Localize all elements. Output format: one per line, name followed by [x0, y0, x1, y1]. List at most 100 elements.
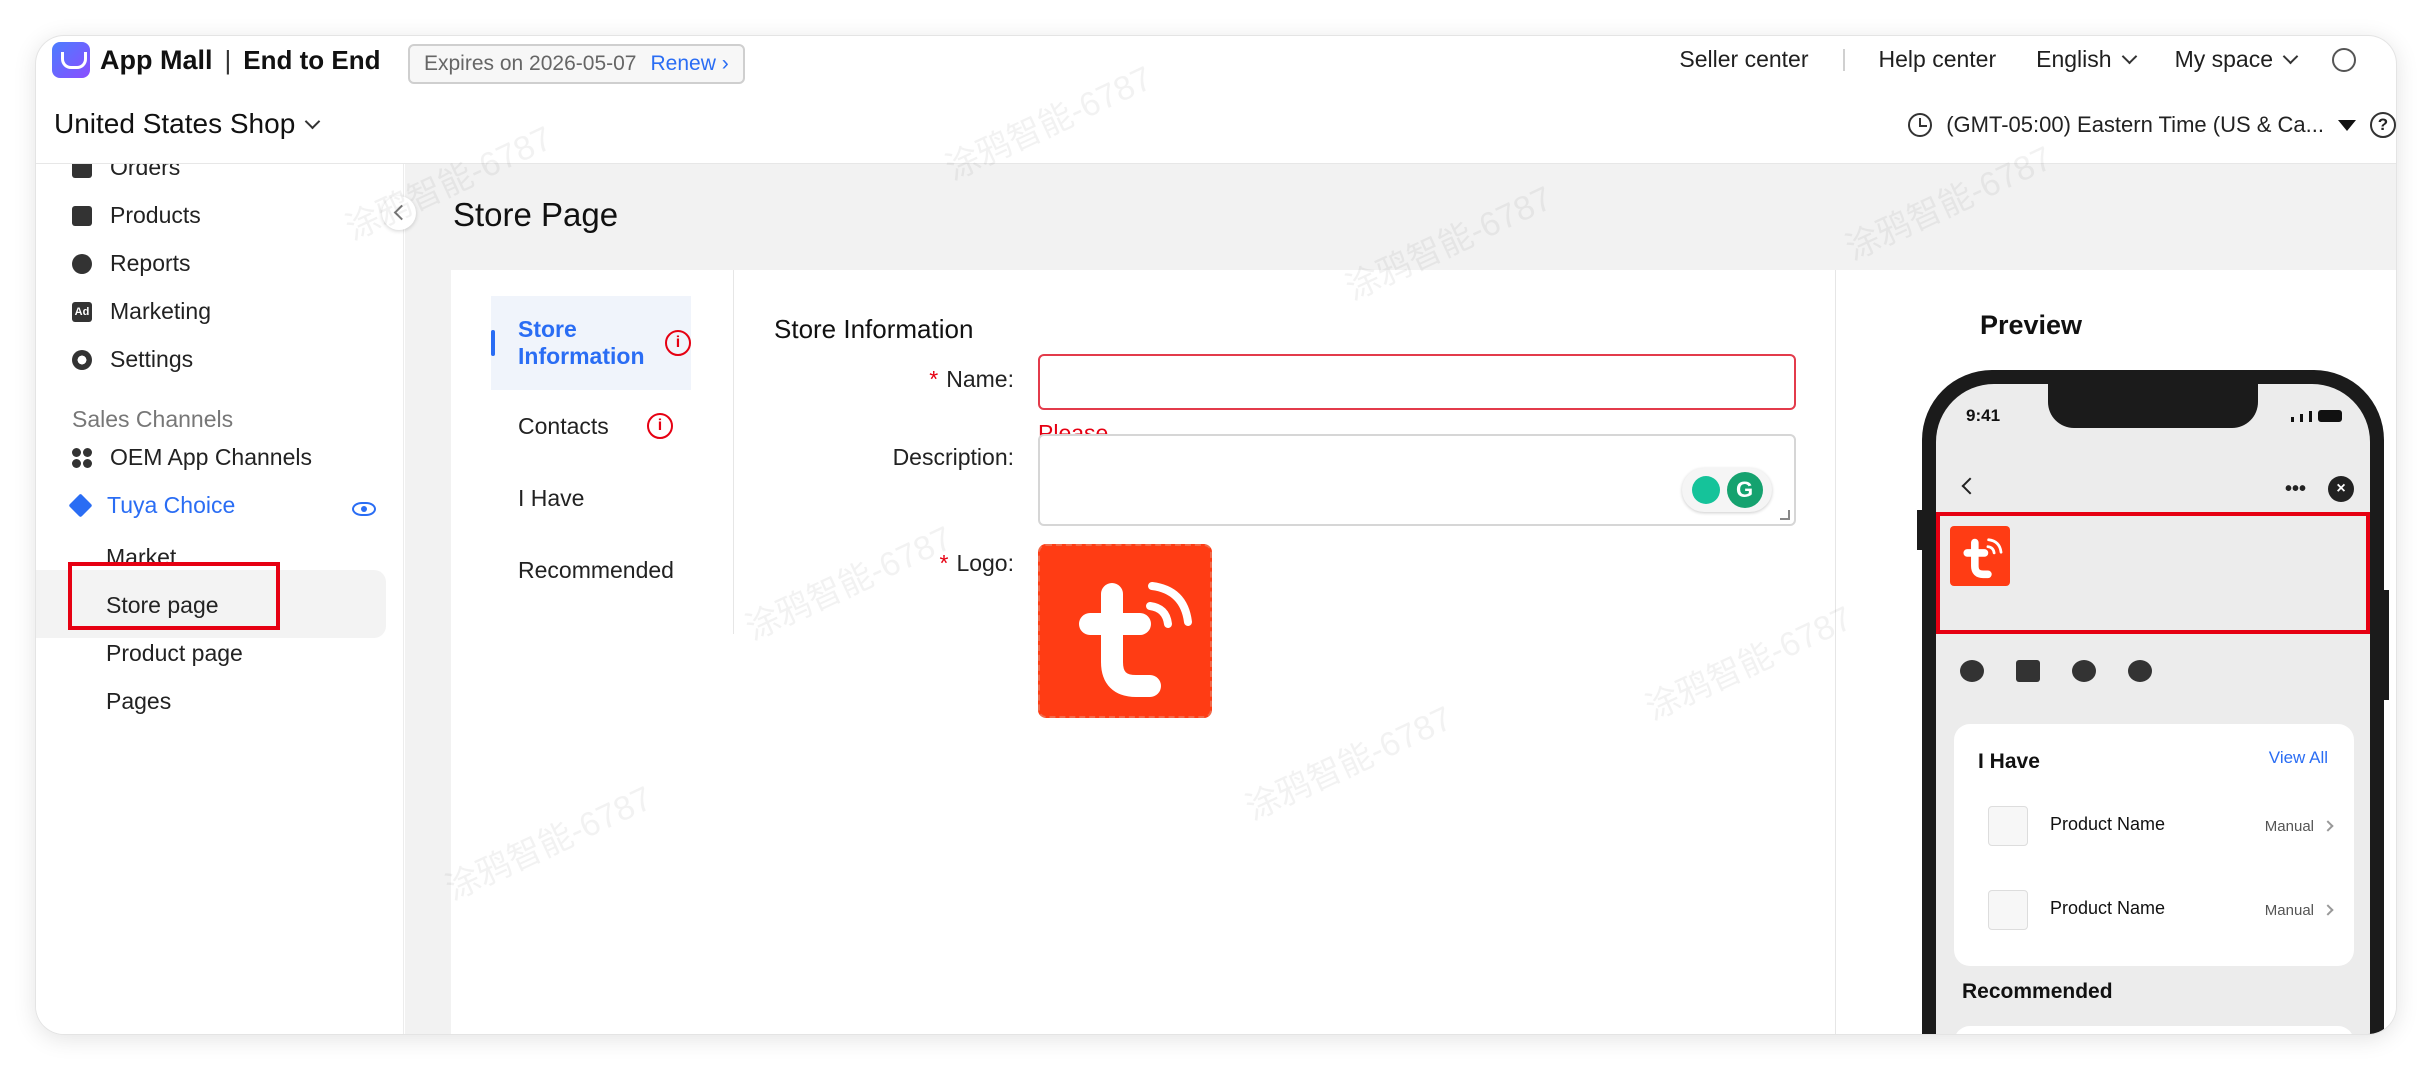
sidebar-subitem-product-page[interactable]: Product page	[106, 640, 243, 667]
warning-icon: i	[647, 413, 673, 439]
content-card: Store Information i Contacts i I Have Re…	[451, 270, 2396, 1034]
nav-divider	[1842, 48, 1845, 71]
brand-name: App Mall	[100, 44, 213, 75]
phone-mockup: 9:41 ••• × I Have View All Product Name …	[1917, 370, 2389, 1034]
status-icons	[2291, 410, 2342, 422]
renew-link[interactable]: Renew ›	[650, 52, 728, 76]
tuya-logo-icon	[1079, 582, 1192, 697]
grammarly-icon: G	[1726, 472, 1763, 508]
close-icon: ×	[2328, 476, 2354, 502]
section-tabs: Store Information i Contacts i I Have Re…	[491, 296, 691, 606]
app-window: App Mall | End to End Expires on 2026-05…	[36, 36, 2396, 1034]
expiry-text: Expires on 2026-05-07	[424, 52, 637, 75]
sidebar-item-marketing[interactable]: Ad Marketing	[72, 298, 211, 325]
orders-icon	[72, 164, 92, 178]
messenger-icon	[2072, 660, 2096, 682]
highlight-box	[68, 562, 280, 630]
phone-screen: 9:41 ••• × I Have View All Product Name …	[1936, 384, 2370, 1034]
preview-store-header	[1936, 512, 2370, 634]
tab-i-have[interactable]: I Have	[491, 462, 691, 534]
recommended-title: Recommended	[1962, 980, 2113, 1003]
logo-upload[interactable]	[1038, 544, 1212, 718]
sidebar-item-orders[interactable]: Orders	[72, 164, 180, 181]
name-label: * Name:	[929, 366, 1014, 392]
battery-icon	[2318, 410, 2342, 422]
resize-handle[interactable]	[1780, 510, 1790, 520]
i-have-title: I Have	[1978, 750, 2040, 773]
main-content: Store Page Store Information i Contacts …	[405, 164, 2396, 1034]
status-time: 9:41	[1966, 406, 2001, 425]
description-textarea[interactable]: G	[1038, 434, 1796, 526]
preview-contacts	[1960, 660, 2152, 682]
timezone-text: (GMT-05:00) Eastern Time (US & Ca...	[1946, 112, 2324, 137]
pie-chart-icon	[72, 253, 92, 274]
app-mall-logo-icon	[52, 42, 90, 78]
phone-icon	[1960, 660, 1984, 682]
phone-notch	[2048, 384, 2258, 428]
shop-selector[interactable]: United States Shop	[54, 108, 321, 140]
preview-title: Preview	[1979, 310, 2083, 340]
grid-icon	[72, 447, 92, 468]
top-nav: Seller center Help center English My spa…	[1679, 46, 2356, 73]
tabs-divider	[733, 270, 734, 634]
collapse-sidebar-button[interactable]	[382, 196, 416, 230]
preview-recommended-card	[1954, 1026, 2354, 1034]
brand-separator: |	[224, 44, 232, 75]
tab-store-information[interactable]: Store Information i	[491, 296, 691, 390]
gear-icon	[72, 349, 92, 370]
sidebar-item-tuya-choice[interactable]: Tuya Choice	[68, 492, 235, 519]
preview-divider	[1835, 270, 1836, 1034]
preview-i-have-card: I Have View All Product Name Manual Prod…	[1954, 724, 2354, 966]
chevron-down-icon	[2282, 48, 2299, 65]
mail-icon	[2016, 660, 2040, 682]
eye-icon[interactable]	[352, 502, 376, 516]
brand-subtitle: End to End	[243, 44, 381, 75]
page-title: Store Page	[453, 196, 619, 233]
brand[interactable]: App Mall | End to End	[52, 42, 380, 78]
tab-recommended[interactable]: Recommended	[491, 534, 691, 606]
list-item: Product Name Manual	[1988, 890, 2338, 930]
section-label-sales-channels: Sales Channels	[72, 406, 234, 432]
tab-contacts[interactable]: Contacts i	[491, 390, 691, 462]
store-logo	[1950, 526, 2010, 586]
seller-center-link[interactable]: Seller center	[1679, 46, 1808, 73]
ad-icon: Ad	[72, 301, 92, 322]
timezone-selector[interactable]: (GMT-05:00) Eastern Time (US & Ca... ?	[1908, 112, 2396, 138]
sidebar-item-products[interactable]: Products	[72, 202, 201, 229]
product-thumbnail	[1988, 890, 2028, 930]
caret-down-icon	[2338, 119, 2356, 131]
grammarly-widget[interactable]: G	[1682, 468, 1772, 512]
chevron-right-icon	[2322, 904, 2334, 916]
chevron-down-icon	[2121, 48, 2137, 65]
help-center-link[interactable]: Help center	[1879, 46, 1997, 73]
form-title: Store Information	[774, 314, 974, 344]
my-space-menu[interactable]: My space	[2175, 46, 2299, 73]
list-item: Product Name Manual	[1988, 806, 2338, 846]
top-bar: App Mall | End to End Expires on 2026-05…	[36, 36, 2396, 92]
logo-label: * Logo:	[939, 550, 1014, 576]
back-icon	[1961, 477, 1979, 495]
name-input[interactable]	[1038, 354, 1796, 410]
user-icon[interactable]	[2332, 47, 2356, 72]
sidebar-item-settings[interactable]: Settings	[72, 346, 193, 373]
warning-icon: i	[665, 330, 691, 356]
bag-icon	[72, 205, 92, 226]
product-thumbnail	[1988, 806, 2028, 846]
more-icon: •••	[2284, 478, 2306, 500]
tag-icon	[68, 493, 93, 518]
help-icon[interactable]: ?	[2370, 112, 2396, 138]
phone-button	[1917, 510, 1922, 550]
phone-button	[2384, 590, 2389, 700]
chevron-right-icon	[2322, 820, 2334, 832]
description-label: Description:	[892, 444, 1014, 470]
shop-bar: United States Shop (GMT-05:00) Eastern T…	[36, 92, 2396, 164]
chevron-down-icon	[305, 113, 321, 129]
language-selector[interactable]: English	[2036, 46, 2137, 73]
sidebar-subitem-pages[interactable]: Pages	[106, 688, 171, 715]
sidebar-item-oem-app-channels[interactable]: OEM App Channels	[72, 444, 312, 471]
sidebar-item-reports[interactable]: Reports	[72, 250, 191, 277]
expiry-badge: Expires on 2026-05-07 Renew ›	[408, 44, 745, 84]
wechat-icon	[2128, 660, 2152, 682]
lightbulb-icon	[1691, 476, 1720, 504]
view-all-link: View All	[2268, 748, 2328, 767]
